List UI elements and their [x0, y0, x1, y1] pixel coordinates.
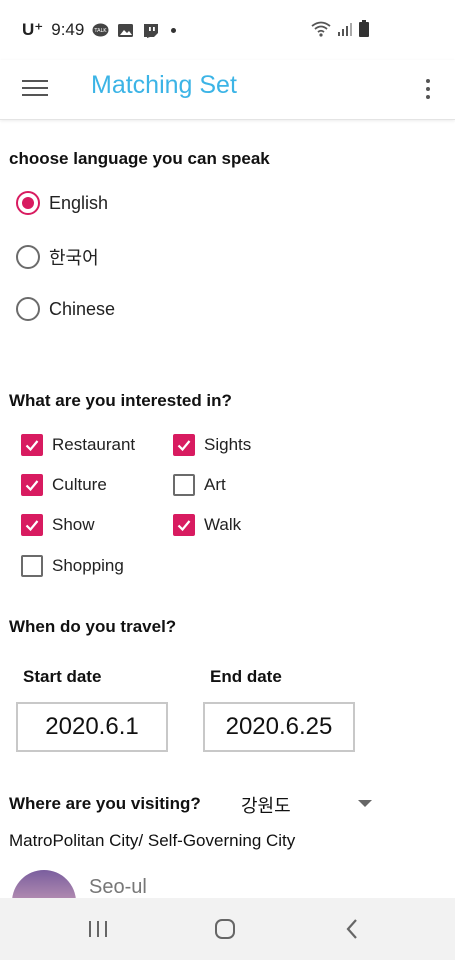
hamburger-menu-icon[interactable] — [22, 74, 50, 102]
checkbox-label: Walk — [204, 515, 242, 534]
status-time: 9:49 — [51, 20, 85, 39]
start-date-label: Start date — [23, 667, 102, 686]
city-name[interactable]: Seo-ul — [89, 876, 147, 899]
checkbox[interactable] — [21, 474, 43, 496]
status-bar: U⁺ 9:49 TALK — [0, 0, 455, 60]
radio-english[interactable]: English — [16, 191, 108, 215]
region-dropdown[interactable]: 강원도 — [241, 790, 376, 818]
checkbox[interactable] — [173, 474, 195, 496]
radio-button[interactable] — [16, 191, 40, 215]
battery-icon — [359, 20, 369, 37]
radio-label: Chinese — [49, 298, 116, 319]
back-icon[interactable] — [322, 912, 382, 946]
recent-apps-icon[interactable] — [68, 912, 128, 946]
checkbox-label: Culture — [52, 475, 107, 494]
checkbox[interactable] — [173, 434, 195, 456]
status-right-icons — [311, 20, 369, 37]
visiting-section-title: Where are you visiting? — [9, 794, 201, 813]
checkbox-label: Shopping — [52, 556, 124, 575]
checkbox-show[interactable]: Show — [21, 514, 95, 536]
checkbox-walk[interactable]: Walk — [173, 514, 241, 536]
interests-section-title: What are you interested in? — [9, 391, 232, 410]
radio-button[interactable] — [16, 245, 40, 269]
checkbox-label: Art — [204, 475, 226, 494]
signal-icon — [338, 22, 352, 36]
checkbox-label: Sights — [204, 435, 252, 454]
radio-chinese[interactable]: Chinese — [16, 297, 115, 321]
language-section-title: choose language you can speak — [9, 149, 270, 168]
dropdown-arrow-icon — [358, 800, 372, 807]
end-date-label: End date — [210, 667, 282, 686]
checkbox-sights[interactable]: Sights — [173, 434, 251, 456]
radio-korean[interactable]: 한국어 — [16, 244, 99, 270]
twitch-notification-icon — [144, 23, 159, 38]
radio-button[interactable] — [16, 297, 40, 321]
talk-notification-icon: TALK — [92, 23, 109, 36]
checkbox-label: Show — [52, 515, 95, 534]
checkbox-culture[interactable]: Culture — [21, 474, 107, 496]
wifi-icon — [311, 21, 331, 37]
checkbox[interactable] — [21, 555, 43, 577]
svg-text:TALK: TALK — [94, 28, 108, 34]
checkbox-label: Restaurant — [52, 435, 136, 454]
radio-label: 한국어 — [49, 248, 99, 268]
checkbox[interactable] — [21, 434, 43, 456]
checkbox-shopping[interactable]: Shopping — [21, 555, 124, 577]
end-date-field[interactable]: 2020.6.25 — [203, 702, 355, 752]
app-bar: Matching Set — [0, 60, 455, 120]
radio-label: English — [49, 192, 109, 213]
app-title: Matching Set — [91, 71, 237, 99]
checkbox[interactable] — [173, 514, 195, 536]
overflow-menu-icon[interactable] — [421, 74, 435, 104]
start-date-field[interactable]: 2020.6.1 — [16, 702, 168, 752]
more-notifications-dot — [171, 27, 177, 33]
checkbox-restaurant[interactable]: Restaurant — [21, 434, 135, 456]
image-notification-icon — [118, 23, 134, 37]
city-type-label: MatroPolitan City/ Self-Governing City — [9, 831, 296, 850]
checkbox-art[interactable]: Art — [173, 474, 226, 496]
system-navigation-bar — [0, 898, 455, 960]
carrier-label: U⁺ — [22, 20, 44, 39]
region-dropdown-value: 강원도 — [241, 796, 291, 816]
home-icon[interactable] — [195, 912, 255, 946]
travel-section-title: When do you travel? — [9, 617, 177, 636]
checkbox[interactable] — [21, 514, 43, 536]
